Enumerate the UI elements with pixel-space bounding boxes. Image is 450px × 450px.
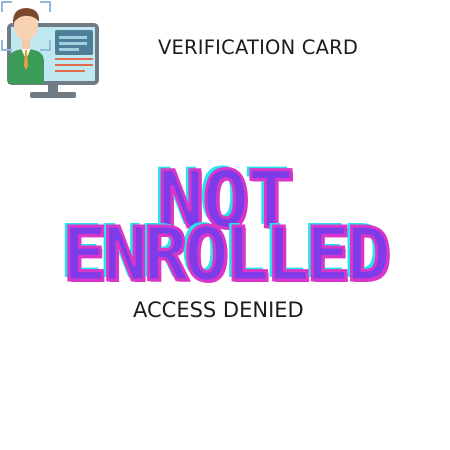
- access-denied-label: ACCESS DENIED: [133, 298, 304, 322]
- verification-monitor-person-icon: [1, 1, 99, 98]
- card-title: VERIFICATION CARD: [158, 36, 359, 59]
- status-text-enrolled: ENROLLED: [61, 212, 392, 298]
